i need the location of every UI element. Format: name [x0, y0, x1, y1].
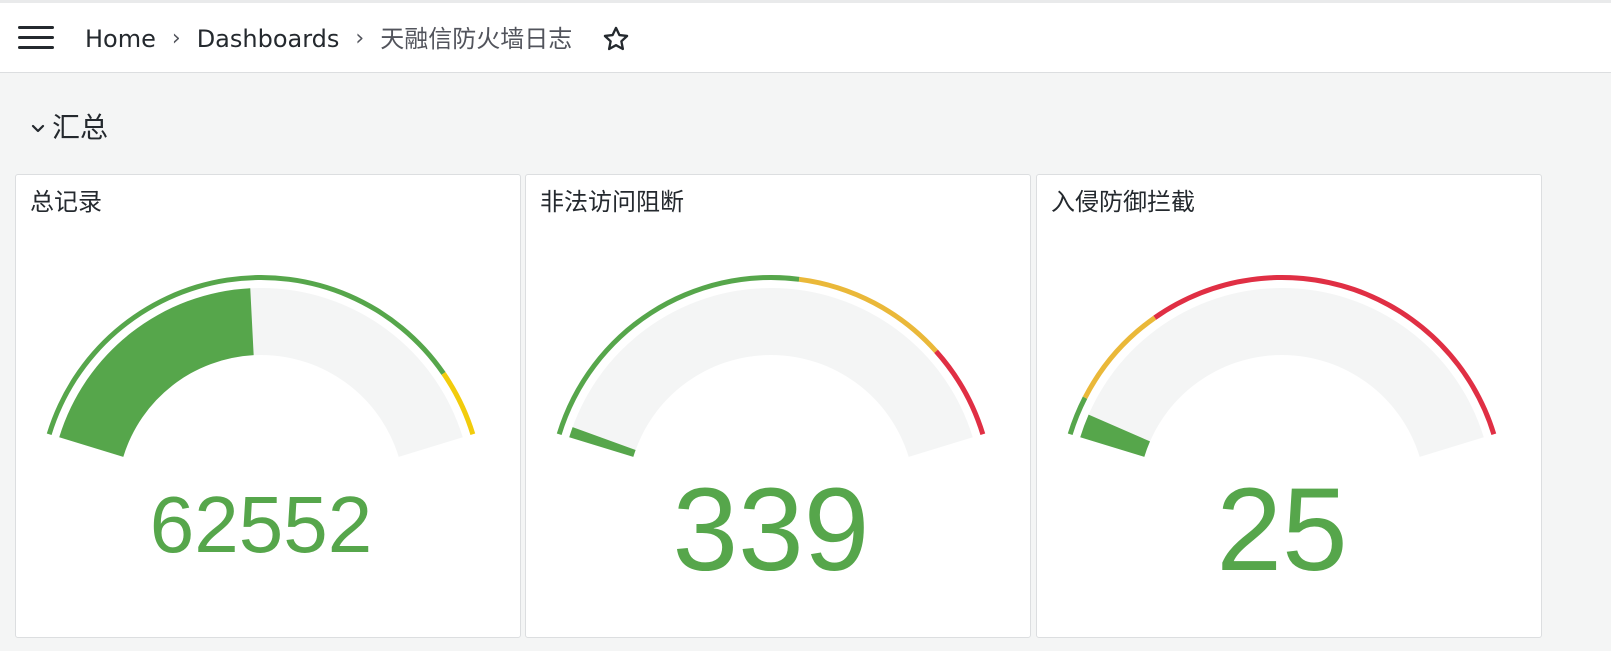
chevron-down-icon	[30, 120, 46, 136]
breadcrumb-dashboards[interactable]: Dashboards	[197, 24, 340, 54]
gauge-value: 339	[673, 464, 870, 596]
gauge-total-records: 62552	[46, 275, 476, 569]
gauge-value: 25	[1216, 464, 1347, 596]
gauge-illegal-access-blocked: 339	[556, 275, 986, 596]
top-navbar: Home › Dashboards › 天融信防火墙日志	[0, 0, 1611, 73]
panel-total-records[interactable]: 总记录 62552	[15, 174, 521, 638]
breadcrumb-home[interactable]: Home	[85, 24, 156, 54]
star-icon[interactable]	[602, 25, 630, 53]
hamburger-menu-icon[interactable]	[18, 23, 54, 53]
gauge-value-fill	[59, 288, 254, 457]
gauge-track	[569, 287, 973, 457]
chevron-right-icon: ›	[171, 26, 181, 51]
breadcrumb-current-dashboard: 天融信防火墙日志	[380, 25, 573, 53]
breadcrumb: Home › Dashboards › 天融信防火墙日志	[85, 24, 630, 54]
chevron-right-icon: ›	[355, 26, 365, 51]
gauge-intrusion-prevention: 25	[1067, 274, 1497, 596]
row-title: 汇总	[52, 111, 109, 144]
panel-illegal-access-blocked[interactable]: 非法访问阻断 339	[525, 174, 1031, 638]
panel-intrusion-prevention[interactable]: 入侵防御拦截 25	[1036, 174, 1542, 638]
gauge-value: 62552	[150, 480, 372, 569]
row-header-summary[interactable]: 汇总	[30, 110, 108, 146]
gauge-track	[1080, 287, 1484, 457]
